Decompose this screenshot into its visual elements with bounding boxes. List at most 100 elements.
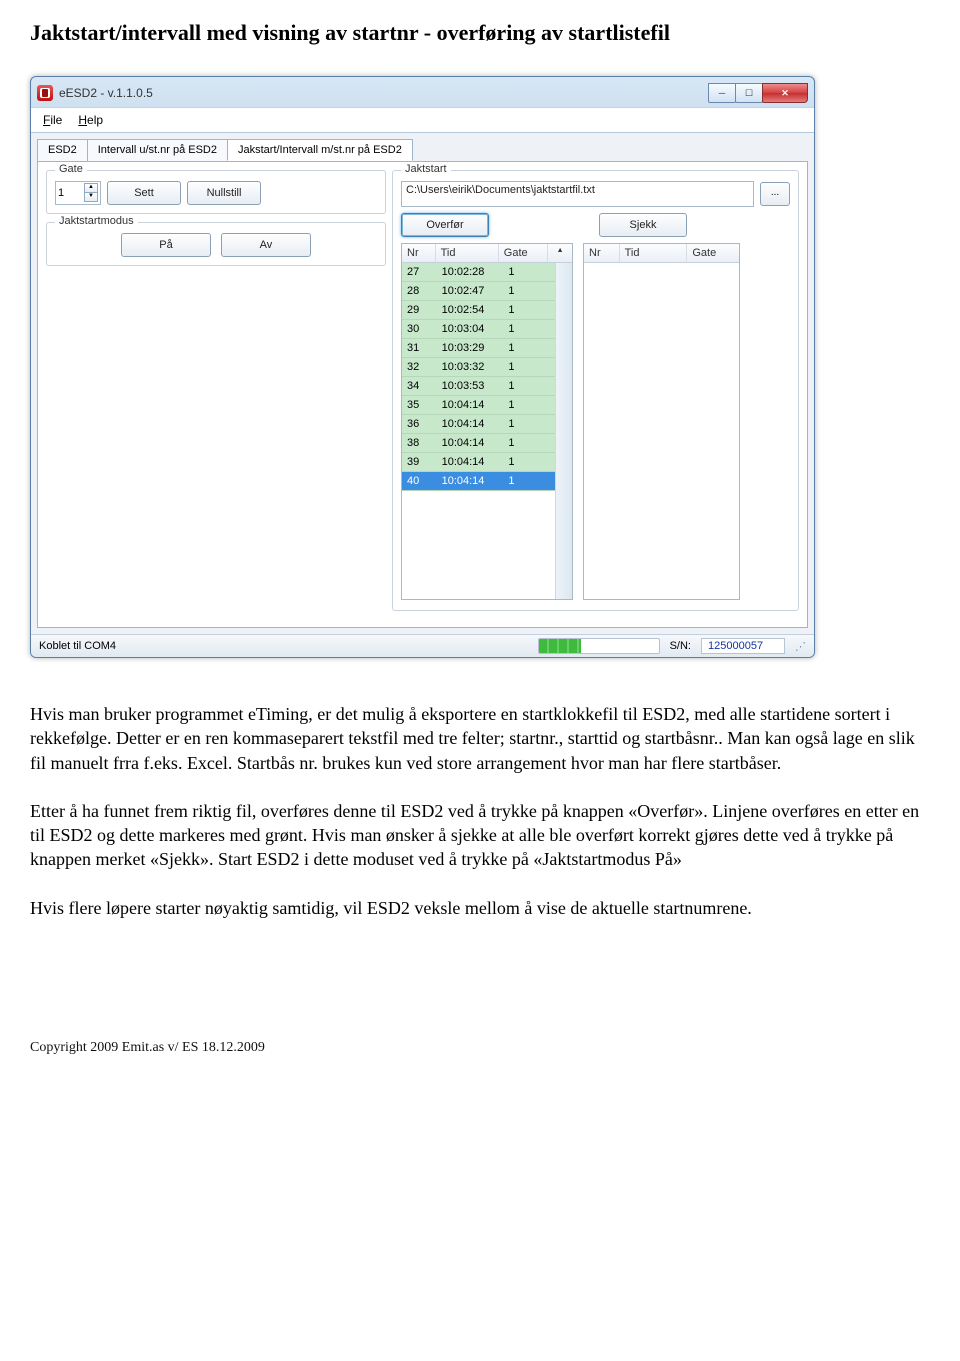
table-row[interactable]: 3010:03:041 xyxy=(402,320,555,339)
check-grid[interactable]: Nr Tid Gate xyxy=(583,243,740,600)
cell-nr: 27 xyxy=(402,263,437,281)
cell-gate: 1 xyxy=(503,396,555,414)
table-row[interactable]: 3910:04:141 xyxy=(402,453,555,472)
cell-gate: 1 xyxy=(503,453,555,471)
gate-number-value: 1 xyxy=(58,187,64,199)
table-row[interactable]: 3210:03:321 xyxy=(402,358,555,377)
cell-nr: 39 xyxy=(402,453,437,471)
table-row[interactable]: 2910:02:541 xyxy=(402,301,555,320)
sett-button[interactable]: Sett xyxy=(107,181,181,205)
cell-gate: 1 xyxy=(503,358,555,376)
scroll-up-icon[interactable]: ▲ xyxy=(548,244,572,262)
app-icon xyxy=(37,85,53,101)
cell-nr: 34 xyxy=(402,377,437,395)
paragraph-1: Hvis man bruker programmet eTiming, er d… xyxy=(30,702,930,775)
col-tid: Tid xyxy=(436,244,499,262)
titlebar: eESD2 - v.1.1.0.5 ─ ☐ ✕ xyxy=(31,77,814,107)
transfer-grid[interactable]: Nr Tid Gate ▲ 2710:02:2812810:02:4712910… xyxy=(401,243,573,600)
tab-intervall-uten[interactable]: Intervall u/st.nr på ESD2 xyxy=(87,139,228,161)
scrollbar[interactable] xyxy=(555,263,572,599)
grid-header: Nr Tid Gate ▲ xyxy=(402,244,572,263)
col-tid-right: Tid xyxy=(620,244,688,262)
connection-status: Koblet til COM4 xyxy=(39,640,116,652)
cell-tid: 10:04:14 xyxy=(437,396,504,414)
footer: Copyright 2009 Emit.as v/ ES 18.12.2009 xyxy=(30,1040,930,1056)
cell-tid: 10:04:14 xyxy=(437,453,504,471)
maximize-icon[interactable]: ☐ xyxy=(735,83,763,103)
table-row[interactable]: 3610:04:141 xyxy=(402,415,555,434)
jaktstartmodus-group: Jaktstartmodus På Av xyxy=(46,222,386,266)
cell-gate: 1 xyxy=(503,282,555,300)
close-icon[interactable]: ✕ xyxy=(762,83,808,103)
col-nr-right: Nr xyxy=(584,244,620,262)
jaktstart-legend: Jaktstart xyxy=(401,163,451,175)
cell-tid: 10:04:14 xyxy=(437,472,504,490)
grid-header-right: Nr Tid Gate xyxy=(584,244,739,263)
sjekk-button[interactable]: Sjekk xyxy=(599,213,687,237)
paragraph-3: Hvis flere løpere starter nøyaktig samti… xyxy=(30,896,930,920)
cell-nr: 36 xyxy=(402,415,437,433)
table-row[interactable]: 3110:03:291 xyxy=(402,339,555,358)
cell-tid: 10:04:14 xyxy=(437,434,504,452)
cell-gate: 1 xyxy=(503,472,555,490)
tab-jaktstart-intervall[interactable]: Jakstart/Intervall m/st.nr på ESD2 xyxy=(227,139,413,161)
tab-esd2[interactable]: ESD2 xyxy=(37,139,88,161)
cell-tid: 10:03:32 xyxy=(437,358,504,376)
cell-nr: 35 xyxy=(402,396,437,414)
cell-nr: 29 xyxy=(402,301,437,319)
cell-tid: 10:03:53 xyxy=(437,377,504,395)
file-path-input[interactable]: C:\Users\eirik\Documents\jaktstartfil.tx… xyxy=(401,181,754,207)
gate-number-input[interactable]: 1 ▲ ▼ xyxy=(55,181,101,205)
cell-tid: 10:02:28 xyxy=(437,263,504,281)
cell-gate: 1 xyxy=(503,339,555,357)
gate-group: Gate 1 ▲ ▼ Sett Nullstill xyxy=(46,170,386,214)
cell-tid: 10:03:04 xyxy=(437,320,504,338)
cell-gate: 1 xyxy=(503,320,555,338)
progress-bar xyxy=(538,638,660,654)
resize-grip-icon[interactable]: ⋰ xyxy=(795,640,806,653)
table-row[interactable]: 3510:04:141 xyxy=(402,396,555,415)
jaktstart-group: Jaktstart C:\Users\eirik\Documents\jakts… xyxy=(392,170,799,611)
col-gate: Gate xyxy=(499,244,548,262)
sn-label: S/N: xyxy=(670,640,691,652)
cell-tid: 10:03:29 xyxy=(437,339,504,357)
table-row[interactable]: 3810:04:141 xyxy=(402,434,555,453)
cell-gate: 1 xyxy=(503,415,555,433)
jaktstartmodus-legend: Jaktstartmodus xyxy=(55,215,138,227)
cell-tid: 10:04:14 xyxy=(437,415,504,433)
cell-gate: 1 xyxy=(503,377,555,395)
tabstrip: ESD2 Intervall u/st.nr på ESD2 Jakstart/… xyxy=(37,139,808,161)
nullstill-button[interactable]: Nullstill xyxy=(187,181,261,205)
gate-legend: Gate xyxy=(55,163,87,175)
minimize-icon[interactable]: ─ xyxy=(708,83,736,103)
page-title: Jaktstart/intervall med visning av start… xyxy=(30,20,930,46)
cell-nr: 40 xyxy=(402,472,437,490)
overfor-button[interactable]: Overfør xyxy=(401,213,489,237)
cell-nr: 32 xyxy=(402,358,437,376)
table-row[interactable]: 2810:02:471 xyxy=(402,282,555,301)
table-row[interactable]: 2710:02:281 xyxy=(402,263,555,282)
cell-gate: 1 xyxy=(503,263,555,281)
col-nr: Nr xyxy=(402,244,436,262)
paragraph-2: Etter å ha funnet frem riktig fil, overf… xyxy=(30,799,930,872)
cell-nr: 31 xyxy=(402,339,437,357)
menubar: File Help xyxy=(31,107,814,133)
statusbar: Koblet til COM4 S/N: 125000057 ⋰ xyxy=(31,634,814,657)
table-row[interactable]: 3410:03:531 xyxy=(402,377,555,396)
mode-off-button[interactable]: Av xyxy=(221,233,311,257)
cell-nr: 38 xyxy=(402,434,437,452)
cell-nr: 30 xyxy=(402,320,437,338)
table-row[interactable]: 4010:04:141 xyxy=(402,472,555,491)
mode-on-button[interactable]: På xyxy=(121,233,211,257)
app-window: eESD2 - v.1.1.0.5 ─ ☐ ✕ File Help ESD2 I… xyxy=(30,76,815,658)
menu-help[interactable]: Help xyxy=(72,111,109,129)
tab-panel: Gate 1 ▲ ▼ Sett Nullstill xyxy=(37,161,808,628)
chevron-down-icon[interactable]: ▼ xyxy=(84,192,98,202)
cell-nr: 28 xyxy=(402,282,437,300)
browse-button[interactable]: ... xyxy=(760,182,790,206)
window-title: eESD2 - v.1.1.0.5 xyxy=(59,86,153,100)
col-gate-right: Gate xyxy=(687,244,739,262)
cell-gate: 1 xyxy=(503,434,555,452)
cell-tid: 10:02:54 xyxy=(437,301,504,319)
menu-file[interactable]: File xyxy=(37,111,68,129)
